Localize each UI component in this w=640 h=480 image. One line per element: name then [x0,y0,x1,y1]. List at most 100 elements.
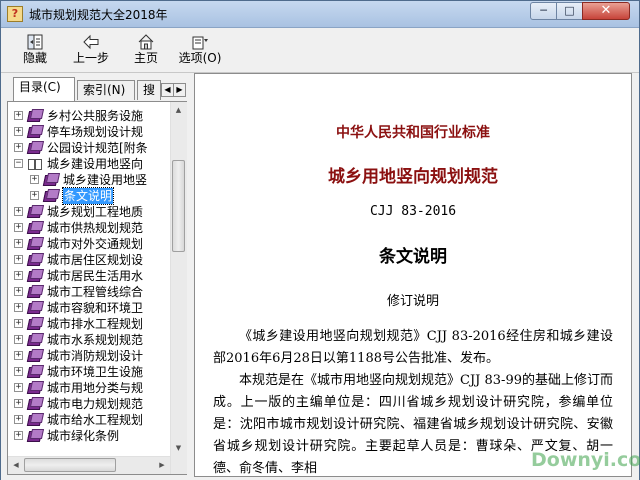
tree-item[interactable]: + 城市水系规划规范 [10,332,170,348]
tab-contents[interactable]: 目录(C) [13,77,75,101]
book-icon [26,125,45,138]
tree-item[interactable]: + 城市居住区规划设 [10,252,170,268]
vertical-scroll-thumb[interactable] [172,160,185,252]
tree-item-label: 城乡建设用地竖 [63,173,148,187]
tree-item[interactable]: + 城市环境卫生设施 [10,364,170,380]
book-icon [26,365,45,378]
book-icon [42,173,61,186]
tree-item[interactable]: + 乡村公共服务设施 [10,108,170,124]
toolbar: 隐藏 上一步 主页 选项(O) [1,28,639,73]
tree-item[interactable]: + 城市供热规划规范 [10,220,170,236]
scroll-up-icon[interactable]: ▲ [172,102,185,118]
tree-item-label: 乡村公共服务设施 [47,109,144,123]
tree-item[interactable]: + 城市工程管线综合 [10,284,170,300]
tree-item[interactable]: − 城乡建设用地竖向 [10,156,170,172]
tree-vertical-scrollbar[interactable]: ▲ ▼ [170,102,187,474]
book-icon [26,381,45,394]
document-title: 城乡用地竖向规划规范 [328,167,498,187]
tree-item-label: 公园设计规范[附条 [47,141,148,155]
hide-button[interactable]: 隐藏 [15,31,55,69]
book-icon [26,221,45,234]
expand-icon[interactable]: + [30,175,39,184]
expand-icon[interactable]: + [14,431,23,440]
book-icon [26,269,45,282]
expand-icon[interactable]: + [14,383,23,392]
book-icon [26,397,45,410]
expand-icon[interactable]: + [14,319,23,328]
tree-item[interactable]: + 城市消防规划设计 [10,348,170,364]
tree-item-label: 城市排水工程规划 [47,317,144,331]
pane-splitter[interactable] [189,73,193,477]
tree-item-label: 城市容貌和环境卫 [47,301,144,315]
home-button[interactable]: 主页 [126,31,166,69]
book-icon [26,285,45,298]
close-button[interactable]: ✕ [582,2,630,20]
expand-icon[interactable]: + [14,303,23,312]
tree-item[interactable]: + 城市用地分类与规 [10,380,170,396]
back-button[interactable]: 上一步 [71,31,111,69]
hide-pane-icon [26,33,44,51]
open-book-icon [28,157,43,170]
tree-horizontal-scrollbar[interactable]: ◀ ▶ [8,456,170,474]
tree-item-label: 城市供热规划规范 [47,221,144,235]
tree-item-label: 停车场规划设计规 [47,125,144,139]
tree-item[interactable]: + 城市容貌和环境卫 [10,300,170,316]
expand-icon[interactable]: + [14,255,23,264]
minimize-button[interactable]: ─ [530,2,557,20]
options-label: 选项(O) [178,51,222,65]
app-window: ? 城市规划规范大全2018年 ─ □ ✕ 隐藏 上一步 主页 选项(O) 目录… [0,0,640,480]
expand-icon[interactable]: + [14,399,23,408]
tab-index[interactable]: 索引(N) [77,80,135,100]
scroll-down-icon[interactable]: ▼ [172,440,185,456]
tabs-scroll-right-icon[interactable]: ▶ [173,83,186,97]
expand-icon[interactable]: + [14,143,23,152]
collapse-icon[interactable]: − [14,159,23,168]
scroll-right-icon[interactable]: ▶ [154,457,170,474]
contents-tree-panel: + 乡村公共服务设施 + 停车场规划设计规 + 公园设计规范[附条 − 城乡建设用地竖向 + 城乡… [7,101,187,475]
expand-icon[interactable]: + [14,239,23,248]
tree-item[interactable]: + 城市绿化条例 [10,428,170,444]
tree-item-label: 城市消防规划设计 [47,349,144,363]
book-icon [26,413,45,426]
home-label: 主页 [133,51,158,65]
tab-search[interactable]: 搜 [137,80,161,100]
tree-item[interactable]: + 城乡建设用地竖 [10,172,170,188]
book-icon [26,253,45,266]
expand-icon[interactable]: + [14,223,23,232]
tree-item[interactable]: + 条文说明 [10,187,170,205]
tree-item[interactable]: + 城市电力规划规范 [10,396,170,412]
tree-item[interactable]: + 城乡规划工程地质 [10,204,170,220]
expand-icon[interactable]: + [14,351,23,360]
expand-icon[interactable]: + [14,271,23,280]
scroll-left-icon[interactable]: ◀ [8,457,24,474]
expand-icon[interactable]: + [14,335,23,344]
expand-icon[interactable]: + [30,191,39,200]
contents-tree: + 乡村公共服务设施 + 停车场规划设计规 + 公园设计规范[附条 − 城乡建设用地竖向 + 城乡… [10,108,170,472]
nav-tabs: 目录(C) 索引(N) 搜 ◀ ▶ [7,77,187,103]
tree-item-label: 条文说明 [61,187,115,205]
tree-item[interactable]: + 城市对外交通规划 [10,236,170,252]
hide-label: 隐藏 [22,51,47,65]
tree-item[interactable]: + 城市居民生活用水 [10,268,170,284]
book-icon [26,429,45,442]
tree-item[interactable]: + 城市给水工程规划 [10,412,170,428]
section-heading: 条文说明 [379,247,447,267]
expand-icon[interactable]: + [14,415,23,424]
expand-icon[interactable]: + [14,367,23,376]
title-bar[interactable]: ? 城市规划规范大全2018年 ─ □ ✕ [1,1,639,28]
maximize-icon: □ [564,4,575,17]
expand-icon[interactable]: + [14,127,23,136]
back-label: 上一步 [72,51,109,65]
options-menu-button[interactable]: 选项(O) [179,31,221,69]
tree-item[interactable]: + 公园设计规范[附条 [10,140,170,156]
tree-item[interactable]: + 城市排水工程规划 [10,316,170,332]
maximize-button[interactable]: □ [556,2,583,20]
document-view[interactable]: 中华人民共和国行业标准 城乡用地竖向规划规范 CJJ 83-2016 条文说明 … [194,73,632,477]
expand-icon[interactable]: + [14,111,23,120]
expand-icon[interactable]: + [14,287,23,296]
tree-item-label: 城市环境卫生设施 [47,365,144,379]
expand-icon[interactable]: + [14,207,23,216]
horizontal-scroll-thumb[interactable] [24,458,116,472]
tree-item[interactable]: + 停车场规划设计规 [10,124,170,140]
tree-item-label: 城市绿化条例 [47,429,120,443]
